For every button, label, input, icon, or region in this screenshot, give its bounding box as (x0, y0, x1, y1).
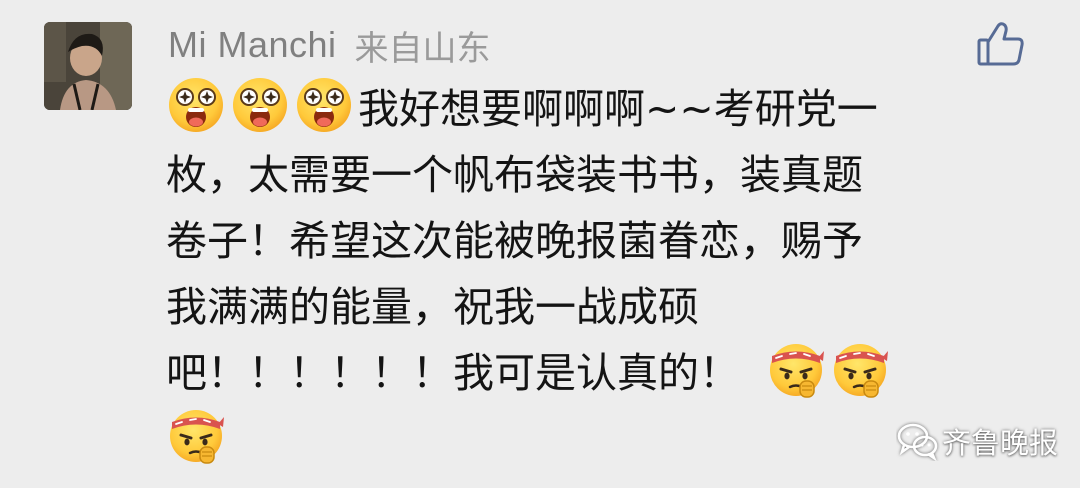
like-button[interactable] (976, 20, 1026, 68)
location-label: 来自山东 (354, 28, 491, 69)
comment-header: Mi Manchi 来自山东 (168, 18, 491, 72)
thumbs-up-icon (977, 22, 1024, 66)
comment-line: 我好想要啊啊啊~~考研党一 (166, 72, 1046, 138)
comment-item: Mi Manchi 来自山东 我好想要啊啊啊~~考研党一 枚，太需要一个帆布袋装… (0, 0, 1080, 488)
comment-line: 枚，太需要一个帆布袋装书书，装真题 (166, 138, 1046, 204)
determined-face-emoji (830, 339, 890, 399)
comment-text: 我好想要啊啊啊~~考研党一 (358, 85, 878, 133)
comment-line: 吧！！！！！！我可是认真的！ (166, 336, 1046, 402)
comment-text: 卷子！希望这次能被晚报菌眷恋，赐予 (166, 217, 863, 265)
comment-line: 卷子！希望这次能被晚报菌眷恋，赐予 (166, 204, 1046, 270)
determined-face-emoji (166, 405, 226, 465)
username[interactable]: Mi Manchi (168, 24, 337, 66)
star-struck-face-emoji (230, 75, 290, 135)
watermark-text: 齐鲁晚报 (942, 426, 1059, 460)
comment-text: 吧！！！！！！我可是认真的！ (166, 349, 740, 397)
avatar-photo-icon (44, 22, 132, 110)
comment-text: 我满满的能量，祝我一战成硕 (166, 283, 699, 331)
source-watermark: 齐鲁晚报 (896, 418, 1058, 464)
user-avatar[interactable] (44, 22, 132, 110)
wechat-icon (897, 423, 938, 461)
star-struck-face-emoji (166, 75, 226, 135)
determined-face-emoji (766, 339, 826, 399)
star-struck-face-emoji (294, 75, 354, 135)
comment-body: 我好想要啊啊啊~~考研党一 枚，太需要一个帆布袋装书书，装真题 卷子！希望这次能… (166, 72, 1046, 468)
comment-text: 枚，太需要一个帆布袋装书书，装真题 (166, 151, 863, 199)
comment-line: 我满满的能量，祝我一战成硕 (166, 270, 1046, 336)
